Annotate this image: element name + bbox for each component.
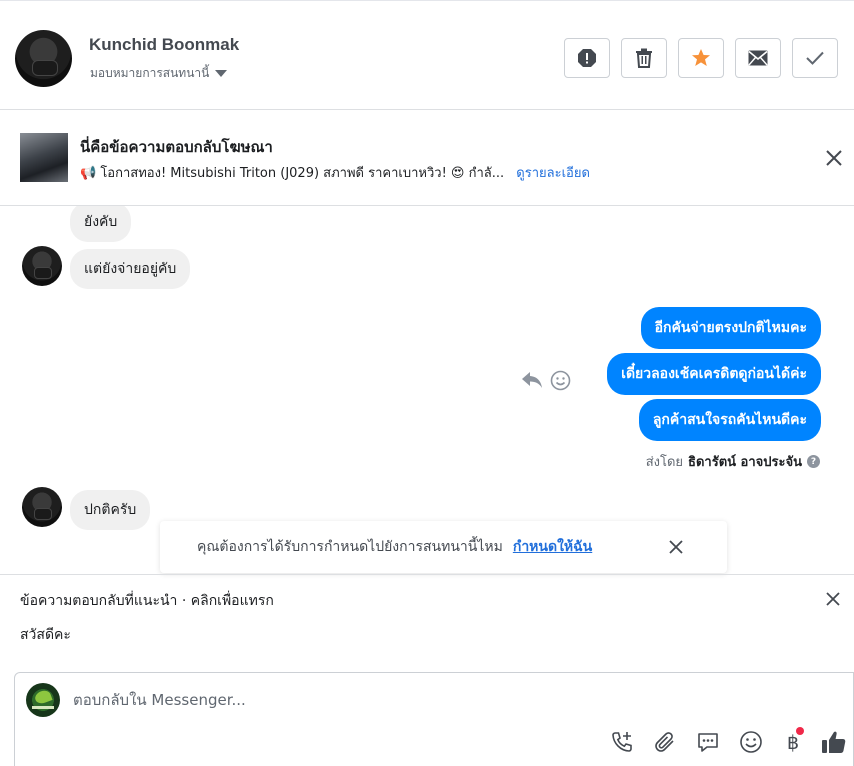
phone-plus-icon (612, 732, 632, 752)
sent-by-name: ธิดารัตน์ อาจประจัน (688, 455, 802, 470)
delete-button[interactable] (621, 38, 667, 78)
incoming-message[interactable]: ปกติครับ (70, 490, 151, 530)
ad-thumbnail[interactable] (20, 133, 68, 182)
star-icon (692, 49, 710, 66)
megaphone-emoji: 📢 (80, 166, 97, 181)
caret-down-icon (215, 70, 228, 77)
outgoing-message[interactable]: เดี๋ยวลองเช้คเครดิตดูก่อนได้ค่ะ (607, 353, 821, 395)
ad-description-line: 📢 โอกาสทอง! Mitsubishi Triton (J029) สภา… (80, 162, 590, 183)
notification-dot (796, 727, 804, 735)
close-icon[interactable] (825, 591, 841, 607)
assign-to-me-link[interactable]: กำหนดให้ฉัน (513, 536, 592, 558)
mark-done-button[interactable] (792, 38, 838, 78)
like-icon (822, 731, 846, 753)
call-button[interactable] (609, 729, 635, 755)
contact-name[interactable]: Kunchid Boonmak (89, 35, 239, 55)
close-icon[interactable] (668, 539, 684, 555)
help-icon[interactable]: ? (807, 455, 820, 468)
outgoing-message[interactable]: อีกคันจ่ายตรงปกติไหมคะ (640, 307, 821, 349)
ad-description: โอกาสทอง! Mitsubishi Triton (J029) สภาพด… (100, 166, 505, 181)
assign-prompt: คุณต้องการได้รับการกำหนดไปยังการสนทนานี้… (160, 521, 727, 573)
suggested-reply[interactable]: สวัสดีคะ (20, 624, 71, 646)
outgoing-message[interactable]: ลูกค้าสนใจรถคันไหนดีคะ (638, 399, 821, 441)
payment-button[interactable]: ฿ (780, 727, 806, 755)
contact-avatar-small (22, 246, 62, 286)
message-thread[interactable]: ยังคับ แต่ยังจ่ายอยู่คับ อีกคันจ่ายตรงปก… (0, 206, 854, 574)
saved-replies-icon (698, 733, 718, 752)
emoji-icon (740, 731, 762, 753)
conversation-header: Kunchid Boonmak มอบหมายการสนทนานี้ (0, 0, 854, 110)
suggested-replies: ข้อความตอบกลับที่แนะนำ · คลิกเพื่อแทรก ส… (0, 574, 854, 672)
ad-title: นี่คือข้อความตอบกลับโฆษณา (80, 138, 273, 156)
saved-replies-button[interactable] (695, 729, 721, 755)
page-avatar (26, 683, 60, 717)
attach-button[interactable] (652, 729, 678, 755)
incoming-message[interactable]: แต่ยังจ่ายอยู่คับ (70, 249, 191, 289)
emoji-icon[interactable] (550, 370, 571, 391)
reply-input[interactable] (73, 691, 593, 709)
trash-icon (636, 48, 652, 68)
incoming-message[interactable]: ยังคับ (70, 206, 132, 242)
contact-avatar-small (22, 487, 62, 527)
message-composer: ฿ (14, 672, 854, 766)
reply-icon[interactable] (521, 370, 543, 390)
report-icon (578, 49, 596, 67)
assign-label: มอบหมายการสนทนานี้ (90, 66, 210, 80)
ad-reply-banner: นี่คือข้อความตอบกลับโฆษณา 📢 โอกาสทอง! Mi… (0, 110, 854, 206)
close-icon[interactable] (824, 148, 844, 168)
report-button[interactable] (564, 38, 610, 78)
sent-by-prefix: ส่งโดย (645, 455, 684, 470)
paperclip-icon (655, 732, 674, 752)
ad-details-link[interactable]: ดูรายละเอียด (516, 166, 590, 181)
like-button[interactable] (821, 729, 847, 755)
emoji-button[interactable] (738, 729, 764, 755)
contact-avatar[interactable] (15, 30, 72, 87)
star-button[interactable] (678, 38, 724, 78)
assign-prompt-text: คุณต้องการได้รับการกำหนดไปยังการสนทนานี้… (197, 539, 503, 555)
suggested-replies-label: ข้อความตอบกลับที่แนะนำ · คลิกเพื่อแทรก (20, 593, 274, 609)
svg-text:฿: ฿ (787, 732, 799, 754)
envelope-icon (748, 50, 768, 66)
check-icon (806, 51, 824, 65)
mark-unread-button[interactable] (735, 38, 781, 78)
sent-by-label: ส่งโดย ธิดารัตน์ อาจประจัน ? (646, 451, 820, 472)
assign-dropdown[interactable]: มอบหมายการสนทนานี้ (90, 64, 228, 83)
